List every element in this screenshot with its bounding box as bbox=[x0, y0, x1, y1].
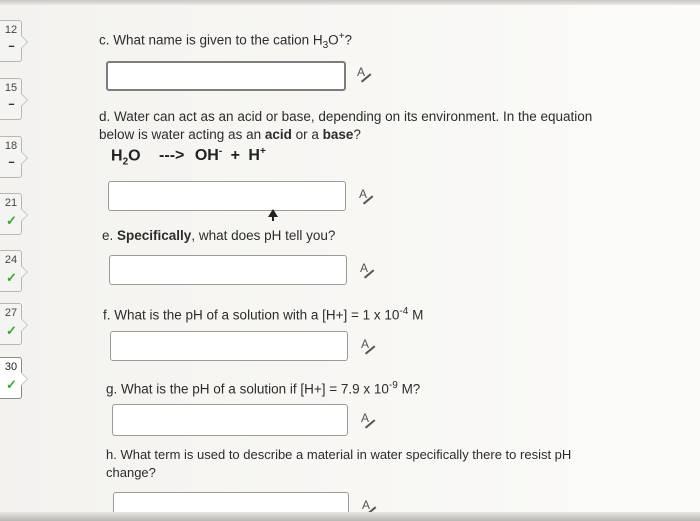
answer-input-c[interactable] bbox=[106, 61, 346, 91]
nav-tab-21[interactable]: 21 ✓ bbox=[0, 193, 28, 235]
spellcheck-icon[interactable]: A bbox=[359, 261, 375, 279]
nav-tab-30[interactable]: 30 ✓ bbox=[0, 357, 28, 399]
question-nav-sidebar: 12 -- 15 -- 18 -- 21 ✓ 24 ✓ 27 ✓ 30 ✓ bbox=[0, 0, 30, 521]
nav-tab-number: 30 bbox=[4, 361, 18, 373]
nav-tab-18[interactable]: 18 -- bbox=[0, 136, 28, 178]
water-equation: H2O ---> OH- + H+ bbox=[111, 146, 266, 168]
nav-tab-status: -- bbox=[8, 40, 14, 52]
spellcheck-icon[interactable]: A bbox=[356, 65, 372, 83]
nav-tab-status: -- bbox=[8, 156, 14, 168]
answer-input-g[interactable] bbox=[112, 404, 348, 436]
check-icon: ✓ bbox=[6, 213, 17, 228]
nav-tab-number: 24 bbox=[4, 254, 18, 266]
spellcheck-icon[interactable]: A bbox=[360, 411, 376, 429]
nav-tab-27[interactable]: 27 ✓ bbox=[0, 303, 28, 345]
bottom-edge bbox=[0, 512, 700, 521]
worksheet-screen: 12 -- 15 -- 18 -- 21 ✓ 24 ✓ 27 ✓ 30 ✓ c.… bbox=[0, 0, 700, 521]
spellcheck-icon[interactable]: A bbox=[358, 187, 374, 205]
top-edge bbox=[0, 0, 700, 5]
question-g: g. What is the pH of a solution if [H+] … bbox=[106, 380, 421, 397]
answer-input-f[interactable] bbox=[110, 331, 348, 361]
check-icon: ✓ bbox=[6, 323, 17, 338]
spellcheck-icon[interactable]: A bbox=[360, 337, 376, 355]
question-h: h. What term is used to describe a mater… bbox=[106, 447, 572, 480]
answer-input-d[interactable] bbox=[108, 181, 346, 211]
nav-tab-12[interactable]: 12 -- bbox=[0, 20, 28, 62]
nav-tab-number: 21 bbox=[4, 197, 18, 209]
check-icon: ✓ bbox=[6, 377, 17, 392]
nav-tab-24[interactable]: 24 ✓ bbox=[0, 250, 28, 292]
nav-tab-number: 12 bbox=[4, 24, 18, 36]
question-c: c. What name is given to the cation H3O+… bbox=[99, 31, 353, 52]
nav-tab-status: -- bbox=[8, 98, 14, 110]
nav-tab-number: 18 bbox=[4, 140, 18, 152]
question-f: f. What is the pH of a solution with a [… bbox=[103, 306, 424, 323]
question-e: e. Specifically, what does pH tell you? bbox=[102, 228, 336, 243]
nav-tab-15[interactable]: 15 -- bbox=[0, 78, 28, 120]
mouse-cursor-icon bbox=[268, 209, 278, 221]
answer-input-e[interactable] bbox=[109, 255, 347, 285]
question-d: d. Water can act as an acid or base, dep… bbox=[99, 109, 593, 142]
check-icon: ✓ bbox=[6, 270, 17, 285]
nav-tab-number: 27 bbox=[4, 307, 18, 319]
nav-tab-number: 15 bbox=[4, 82, 18, 94]
